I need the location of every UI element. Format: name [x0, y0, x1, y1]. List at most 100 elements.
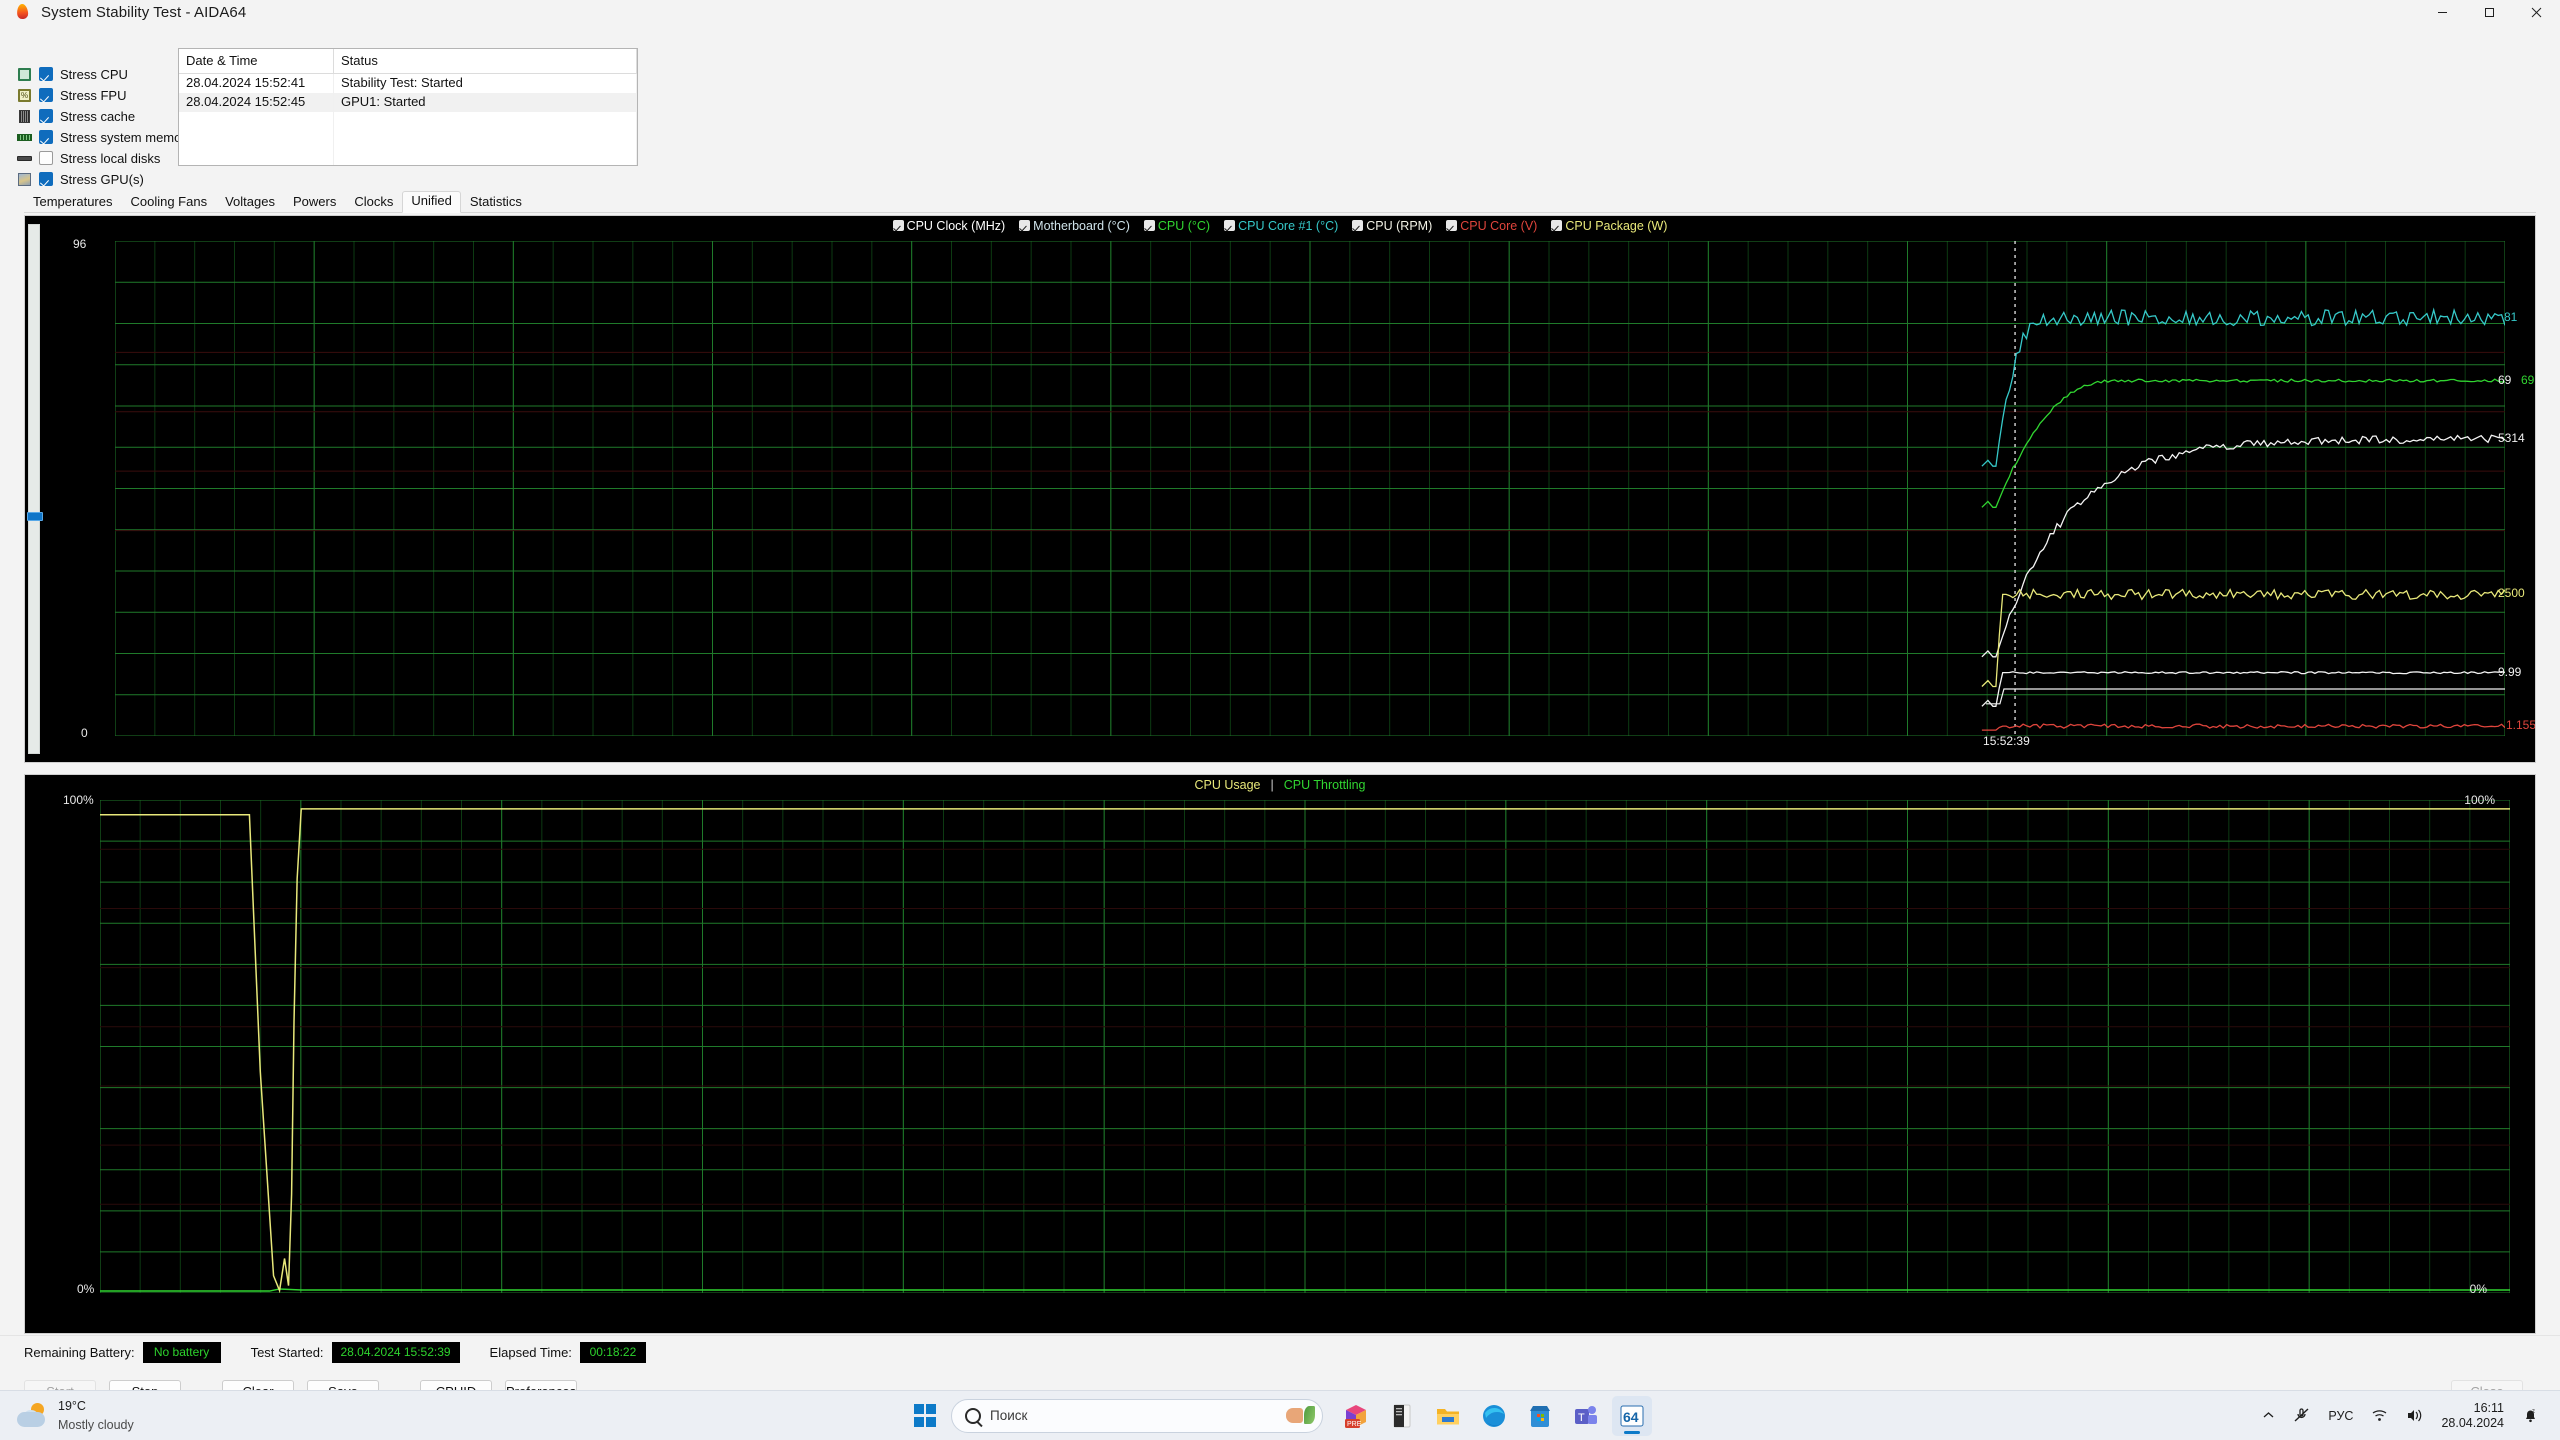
aida64-stability-test-window: System Stability Test - AIDA64 Stress CP… [0, 0, 2560, 1413]
table-row-empty [179, 131, 637, 150]
legend-label: CPU Core #1 (°C) [1238, 219, 1339, 233]
chevron-up-icon[interactable] [2253, 1396, 2284, 1436]
tab-unified[interactable]: Unified [402, 191, 461, 213]
legend-entry[interactable]: CPU Package (W) [1551, 219, 1667, 233]
legend-entry[interactable]: CPU Core #1 (°C) [1224, 219, 1338, 233]
wifi-icon[interactable] [2362, 1396, 2397, 1436]
event-log-table[interactable]: Date & Time Status 28.04.2024 15:52:41 S… [178, 48, 638, 166]
chart-divider [24, 763, 2536, 774]
log-datetime: 28.04.2024 15:52:41 [179, 74, 334, 93]
elapsed-time-value: 00:18:22 [579, 1342, 646, 1363]
taskbar-app-aida64[interactable]: 64 [1612, 1395, 1652, 1436]
x-axis-time-label: 15:52:39 [1983, 734, 2030, 748]
stress-cache-checkbox[interactable] [39, 109, 53, 123]
windows-start-icon[interactable] [905, 1396, 945, 1436]
stress-option-system-memory[interactable]: Stress system memory [17, 127, 192, 147]
microphone-muted-icon[interactable] [2284, 1396, 2319, 1436]
legend-entry[interactable]: Motherboard (°C) [1019, 219, 1130, 233]
stress-cpu-checkbox[interactable] [39, 67, 53, 81]
stress-disks-checkbox[interactable] [39, 151, 53, 165]
tab-statistics[interactable]: Statistics [461, 192, 531, 213]
language-indicator[interactable]: РУС [2319, 1396, 2362, 1436]
upper-panel: Stress CPU % Stress FPU Stress cache Str… [0, 24, 2560, 190]
explorer-doc-icon [1389, 1403, 1415, 1429]
legend-entry[interactable]: CPU (RPM) [1352, 219, 1432, 233]
column-header-status[interactable]: Status [334, 49, 637, 74]
taskbar-app-microsoft-store[interactable] [1520, 1396, 1560, 1436]
sensor-tabs: Temperatures Cooling Fans Voltages Power… [0, 190, 2560, 213]
stress-gpu-checkbox[interactable] [39, 172, 53, 186]
taskbar-app-office-pre[interactable]: PRE [1336, 1396, 1376, 1436]
legend-checkbox[interactable] [1446, 220, 1458, 231]
unified-sensor-chart[interactable]: CPU Clock (MHz) Motherboard (°C) CPU (°C) C… [24, 215, 2536, 763]
tab-cooling-fans[interactable]: Cooling Fans [121, 192, 216, 213]
legend-checkbox[interactable] [1019, 220, 1031, 231]
legend-label: CPU Clock (MHz) [906, 219, 1006, 233]
stress-options-list: Stress CPU % Stress FPU Stress cache Str… [0, 31, 192, 190]
hard-disk-icon [17, 151, 32, 166]
taskbar-center-group: Поиск PRE T 64 [905, 1395, 1655, 1436]
gpu-card-icon [17, 172, 32, 187]
unified-chart-scrollbar[interactable] [27, 224, 43, 754]
tab-clocks[interactable]: Clocks [345, 192, 402, 213]
stress-option-fpu[interactable]: % Stress FPU [17, 85, 178, 105]
stress-fpu-checkbox[interactable] [39, 88, 53, 102]
legend-checkbox[interactable] [1224, 220, 1236, 231]
stress-option-label: Stress FPU [60, 87, 127, 103]
legend-checkbox[interactable] [892, 220, 904, 231]
tab-voltages[interactable]: Voltages [216, 192, 284, 213]
column-header-datetime[interactable]: Date & Time [179, 49, 334, 74]
taskbar-app-file-explorer[interactable] [1428, 1396, 1468, 1436]
series-line [1981, 434, 2505, 658]
aida64-icon: 64 [1619, 1403, 1645, 1429]
table-row[interactable]: 28.04.2024 15:52:41 Stability Test: Star… [179, 74, 637, 93]
stress-option-label: Stress system memory [60, 129, 193, 145]
cpu-usage-chart[interactable]: CPU Usage | CPU Throttling 100% 0% 100% 0% [24, 774, 2536, 1334]
legend-entry[interactable]: CPU Clock (MHz) [892, 219, 1006, 233]
stress-option-local-disks[interactable]: Stress local disks [17, 148, 178, 168]
stress-option-label: Stress GPU(s) [60, 171, 144, 187]
tab-temperatures[interactable]: Temperatures [24, 192, 121, 213]
legend-entry[interactable]: CPU (°C) [1143, 219, 1210, 233]
maximize-icon[interactable] [2466, 0, 2513, 24]
stress-memory-checkbox[interactable] [39, 130, 53, 144]
notification-bell-icon[interactable]: z [2513, 1396, 2548, 1436]
legend-checkbox[interactable] [1143, 220, 1155, 231]
scrollbar-thumb[interactable] [27, 512, 43, 521]
series-value-label: 1.155 [2506, 718, 2536, 733]
stress-option-cache[interactable]: Stress cache [17, 106, 178, 126]
table-row[interactable]: 28.04.2024 15:52:45 GPU1: Started [179, 93, 637, 112]
taskbar-clock[interactable]: 16:11 28.04.2024 [2432, 1401, 2513, 1431]
series-value-label: 69 [2498, 372, 2512, 387]
close-icon[interactable] [2513, 0, 2560, 24]
stress-option-cpu[interactable]: Stress CPU [17, 64, 178, 84]
speaker-icon[interactable] [2397, 1396, 2432, 1436]
taskbar-app-teams[interactable]: T [1566, 1396, 1606, 1436]
svg-text:64: 64 [1623, 1409, 1639, 1425]
sun-behind-cloud-icon [16, 1402, 50, 1429]
series-value-label: 69 [2521, 372, 2535, 387]
legend-entry[interactable]: CPU Core (V) [1446, 219, 1537, 233]
taskbar-app-edge[interactable] [1474, 1396, 1514, 1436]
legend-checkbox[interactable] [1352, 220, 1364, 231]
log-datetime: 28.04.2024 15:52:45 [179, 93, 334, 112]
tab-powers[interactable]: Powers [284, 192, 345, 213]
window-caption-buttons [2419, 0, 2560, 24]
system-tray: РУС 16:11 28.04.2024 z [2253, 1396, 2548, 1436]
series-value-label: 9.99 [2498, 664, 2522, 679]
cpu-right-top-label: 100% [2464, 793, 2495, 807]
svg-text:z: z [2532, 1409, 2535, 1415]
svg-text:PRE: PRE [1347, 1421, 1362, 1428]
battery-value: No battery [142, 1342, 221, 1363]
cpu-chart-series-label: CPU Usage [1194, 778, 1261, 792]
legend-label: CPU Package (W) [1565, 219, 1668, 233]
y-axis-max-label: 96 [73, 237, 87, 251]
log-status: GPU1: Started [334, 93, 637, 112]
taskbar-app-document[interactable] [1382, 1396, 1422, 1436]
minimize-icon[interactable] [2419, 0, 2466, 24]
stress-option-gpu[interactable]: Stress GPU(s) [17, 169, 178, 189]
legend-checkbox[interactable] [1551, 220, 1563, 231]
search-input[interactable]: Поиск [951, 1398, 1323, 1433]
cpu-right-bottom-label: 0% [2469, 1282, 2487, 1296]
taskbar-weather-widget[interactable]: 19°C Mostly cloudy [16, 1397, 216, 1434]
